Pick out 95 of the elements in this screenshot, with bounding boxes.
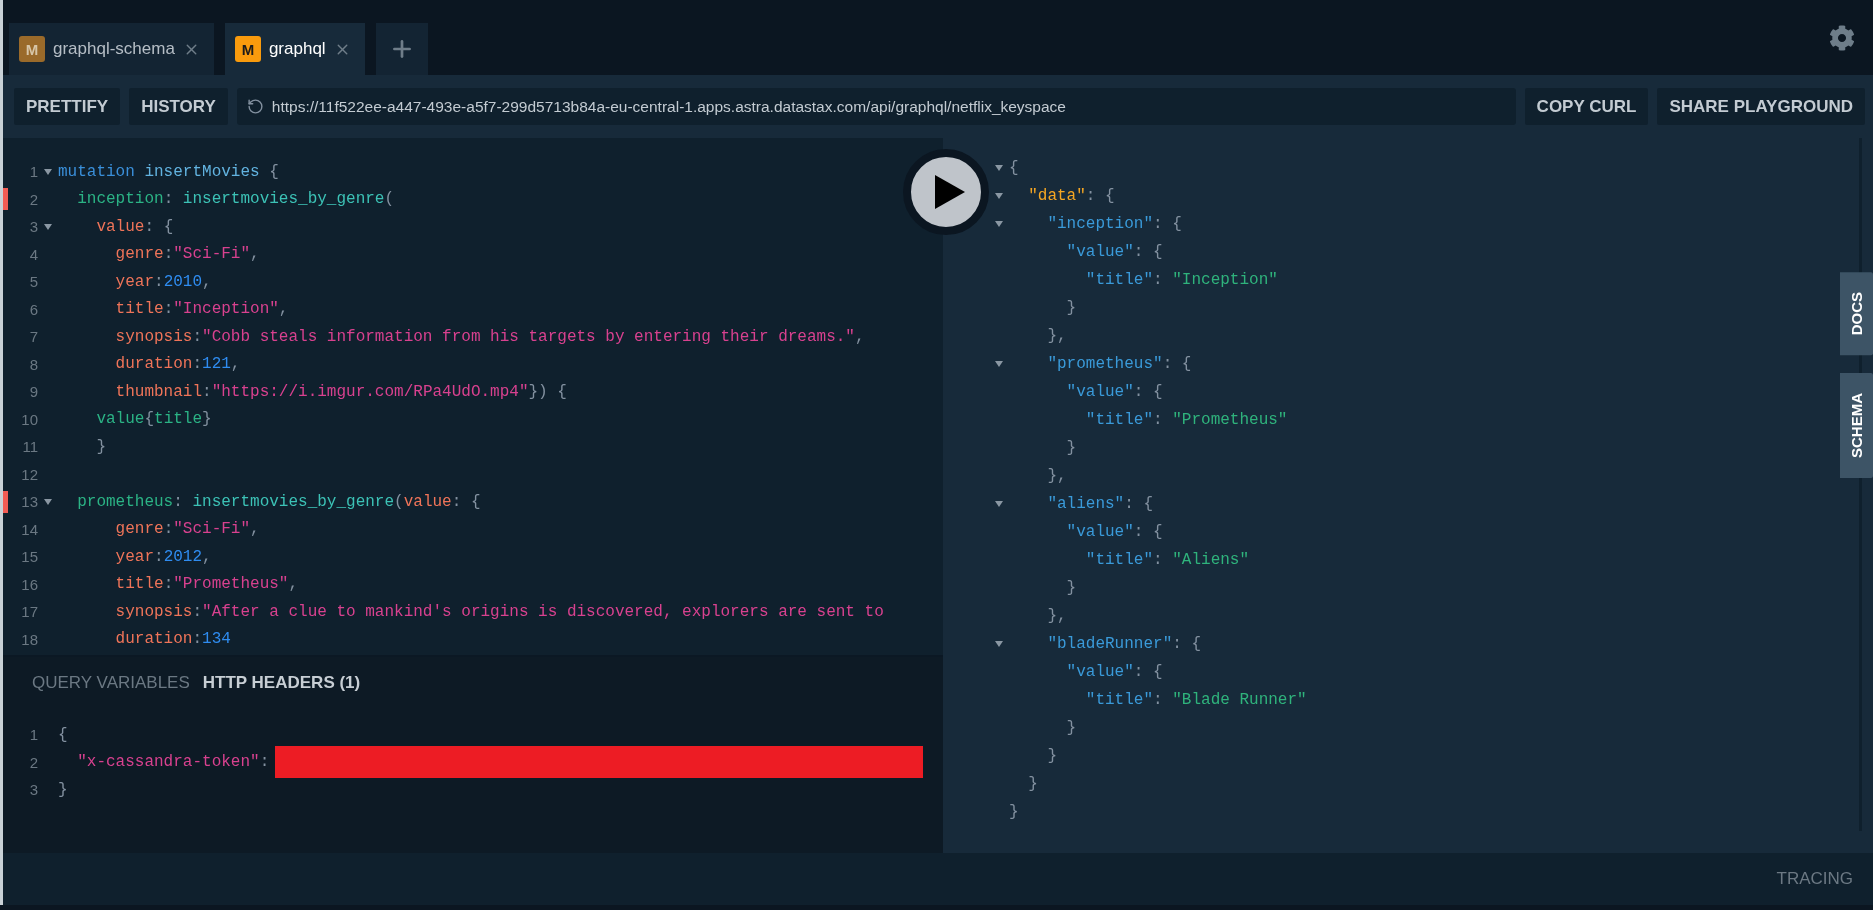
tab-badge: M <box>234 36 261 62</box>
reload-icon[interactable] <box>246 98 264 115</box>
fold-arrow-icon[interactable] <box>44 168 52 175</box>
code-line: thumbnail:"https://i.imgur.com/RPa4UdO.mp4"}) { <box>114 382 567 401</box>
code-line: mutation insertMovies { <box>58 162 279 181</box>
code-line: "title": "Blade Runner" <box>1084 691 1307 709</box>
url-text: https://11f522ee-a447-493e-a5f7-299d5713b84a-eu-central-1.apps.astra.datastax.com/api/graphql/netflix_keyspace <box>271 97 1066 116</box>
tab-label: graphql <box>268 39 326 59</box>
code-line: "title": "Prometheus" <box>1084 411 1288 429</box>
tracing-button[interactable]: TRACING <box>1776 869 1853 889</box>
code-line: } <box>1009 803 1019 821</box>
code-line: "inception": { <box>1046 215 1182 233</box>
line-number: 3 <box>28 218 38 236</box>
fold-arrow-icon[interactable] <box>995 501 1003 507</box>
toolbar-button[interactable]: HISTORY <box>129 88 228 125</box>
code-line: "value": { <box>1065 523 1163 541</box>
code-line: "title": "Inception" <box>1084 271 1278 289</box>
toolbar-button[interactable]: COPY CURL <box>1524 88 1649 125</box>
code-line: } <box>1065 579 1077 597</box>
line-number: 3 <box>28 781 38 799</box>
code-line: { <box>58 725 68 744</box>
line-number: 9 <box>28 383 38 401</box>
code-line: } <box>95 437 106 456</box>
fold-arrow-icon[interactable] <box>44 223 52 230</box>
code-line: prometheus: insertmovies_by_genre(value: { <box>76 492 481 511</box>
code-line: year:2012, <box>114 547 212 566</box>
toolbar-button[interactable]: PRETTIFY <box>14 88 121 125</box>
code-line: genre:"Sci-Fi", <box>114 520 260 539</box>
line-number: 16 <box>20 575 38 593</box>
code-line: "value": { <box>1065 243 1163 261</box>
line-number: 1 <box>28 163 38 181</box>
code-line: } <box>1065 299 1077 317</box>
code-line: value: { <box>95 217 174 236</box>
side-tab[interactable]: SCHEMA <box>1840 373 1873 479</box>
code-line: } <box>1027 775 1038 793</box>
line-number: 1 <box>28 726 38 744</box>
code-line: title:"Prometheus", <box>114 575 299 594</box>
code-line: } <box>1065 439 1077 457</box>
tab[interactable]: M graphql-schema <box>9 23 214 75</box>
line-number: 7 <box>28 328 38 346</box>
code-line: year:2010, <box>114 272 212 291</box>
code-line: } <box>1065 719 1077 737</box>
code-line: "value": { <box>1065 383 1163 401</box>
line-number: 15 <box>20 548 38 566</box>
code-line: title:"Inception", <box>114 300 289 319</box>
line-number: 10 <box>20 410 38 428</box>
line-number: 5 <box>28 273 38 291</box>
fold-arrow-icon[interactable] <box>995 641 1003 647</box>
line-number: 13 <box>20 493 38 511</box>
code-line: "prometheus": { <box>1046 355 1192 373</box>
code-line: "value": { <box>1065 663 1163 681</box>
fold-arrow-icon[interactable] <box>995 165 1003 171</box>
code-line: duration:121, <box>114 355 241 374</box>
code-line: genre:"Sci-Fi", <box>114 245 260 264</box>
code-line: "aliens": { <box>1046 495 1154 513</box>
code-line: }, <box>1046 467 1067 485</box>
line-number: 17 <box>20 603 38 621</box>
toolbar-button[interactable]: SHARE PLAYGROUND <box>1657 88 1865 125</box>
line-number: 14 <box>20 520 38 538</box>
fold-arrow-icon[interactable] <box>995 361 1003 367</box>
code-line: "bladeRunner": { <box>1046 635 1202 653</box>
panel-tab[interactable]: QUERY VARIABLES <box>32 673 190 693</box>
line-number: 2 <box>28 753 38 771</box>
code-line: "title": "Aliens" <box>1084 551 1250 569</box>
line-number: 11 <box>21 438 38 456</box>
code-line: } <box>1046 747 1057 765</box>
side-tab[interactable]: DOCS <box>1840 272 1873 356</box>
line-number: 2 <box>28 190 38 208</box>
tab-badge: M <box>19 36 45 62</box>
code-line: "data": { <box>1027 187 1115 205</box>
play-icon <box>935 175 965 209</box>
code-line: }, <box>1046 607 1067 625</box>
panel-tab[interactable]: HTTP HEADERS (1) <box>202 673 361 693</box>
code-line: } <box>58 780 68 799</box>
line-number: 12 <box>20 465 38 483</box>
new-tab-button[interactable] <box>375 23 428 75</box>
fold-arrow-icon[interactable] <box>995 221 1003 227</box>
line-number: 8 <box>28 355 38 373</box>
code-line: inception: insertmovies_by_genre( <box>76 190 395 209</box>
fold-arrow-icon[interactable] <box>995 193 1003 199</box>
code-line: }, <box>1046 327 1067 345</box>
code-line: { <box>1009 159 1019 177</box>
line-number: 6 <box>28 300 38 318</box>
settings-icon[interactable] <box>1829 24 1855 51</box>
fold-arrow-icon[interactable] <box>44 498 52 505</box>
code-line: synopsis:"After a clue to mankind's origins is discovered, explorers are sent to <box>114 602 884 621</box>
tab[interactable]: M graphql <box>224 23 365 75</box>
code-line: synopsis:"Cobb steals information from his targets by entering their dreams.", <box>114 327 865 346</box>
code-line: "x-cassandra-token": <box>76 753 270 772</box>
line-number: 18 <box>20 630 38 648</box>
line-number: 4 <box>28 245 38 263</box>
tab-label: graphql-schema <box>53 39 175 59</box>
url-field[interactable]: https://11f522ee-a447-493e-a5f7-299d5713b84a-eu-central-1.apps.astra.datastax.com/api/graphql/netflix_keyspace <box>236 88 1516 125</box>
code-line: duration:134 <box>114 630 231 649</box>
code-line: value{title} <box>95 410 212 429</box>
